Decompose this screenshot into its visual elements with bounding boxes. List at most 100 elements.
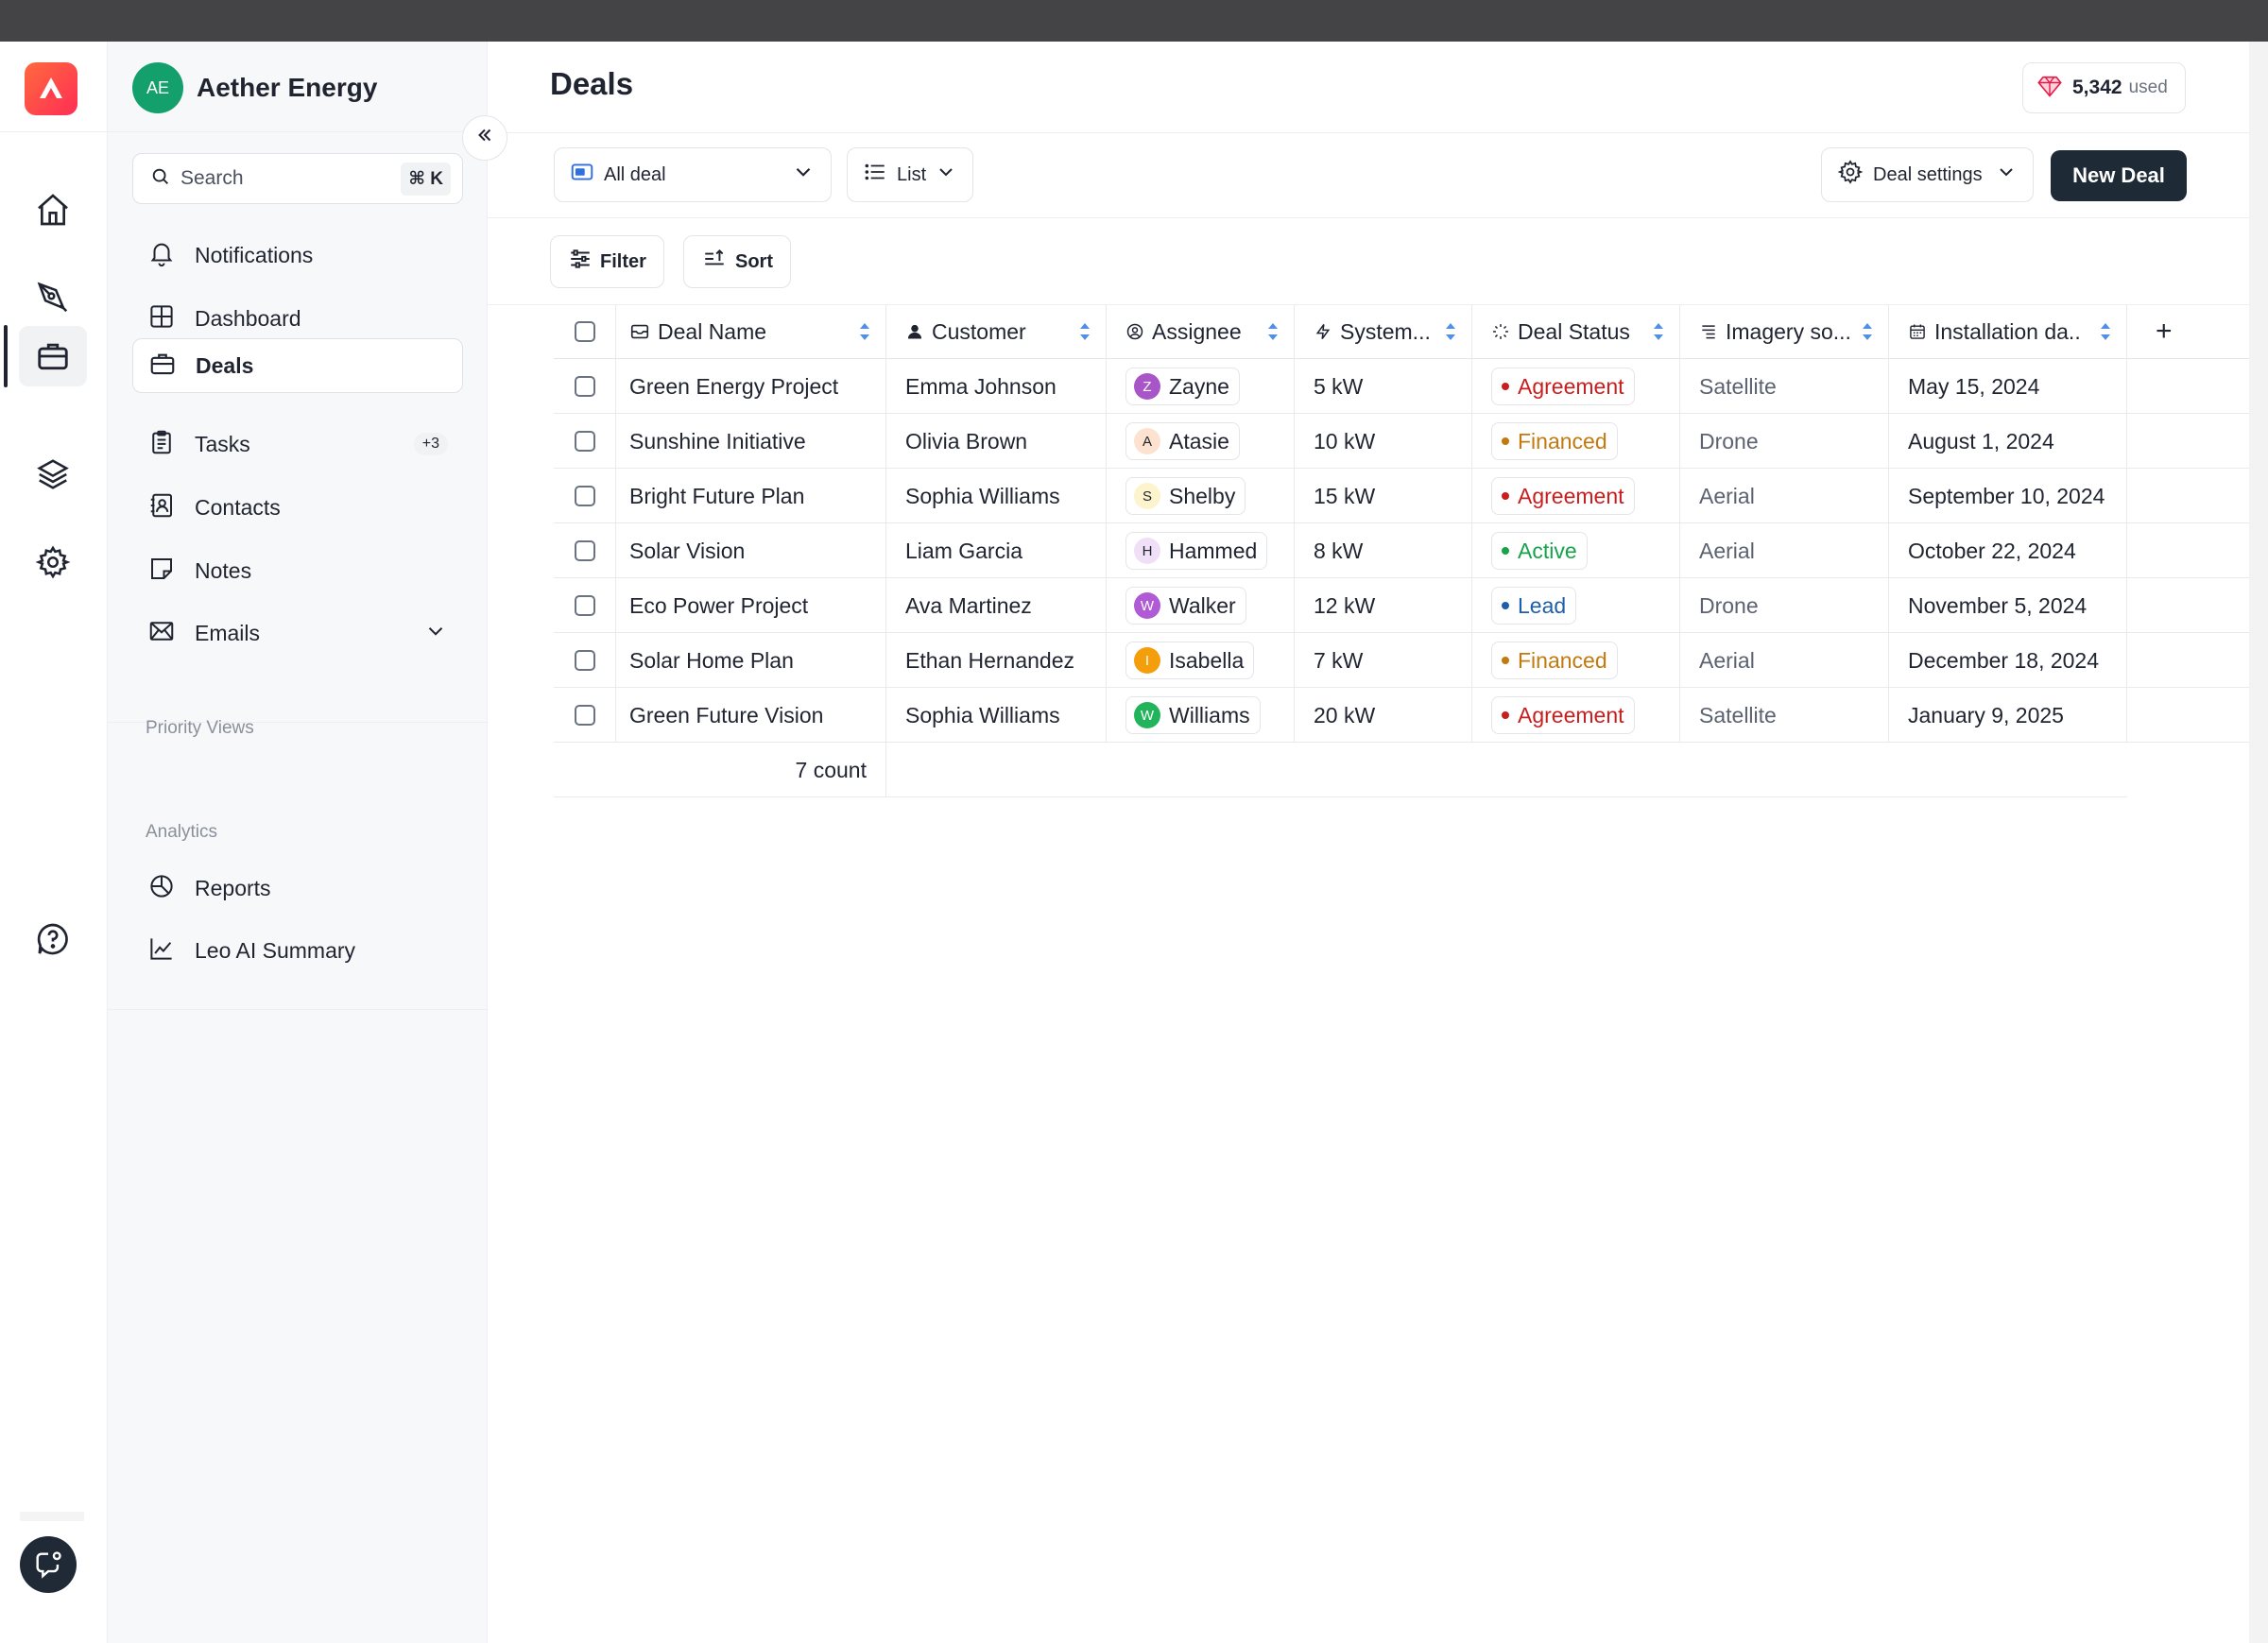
- deal-status-cell: Active: [1472, 523, 1680, 578]
- assignee-chip[interactable]: S Shelby: [1125, 477, 1246, 515]
- row-checkbox[interactable]: [574, 705, 595, 726]
- sidebar-item-emails[interactable]: Emails: [132, 606, 463, 660]
- assignee-chip[interactable]: A Atasie: [1125, 422, 1240, 460]
- deal-status-cell: Financed: [1472, 414, 1680, 469]
- app-logo[interactable]: [25, 62, 77, 115]
- sort-arrows-icon[interactable]: [2098, 321, 2113, 342]
- deal-name: Green Future Vision: [629, 702, 824, 727]
- sort-arrows-icon[interactable]: [857, 321, 872, 342]
- column-header-system-size[interactable]: System...: [1295, 304, 1472, 359]
- status-badge[interactable]: Financed: [1491, 642, 1618, 679]
- column-header-label: Customer: [932, 318, 1026, 344]
- column-header-customer[interactable]: Customer: [886, 304, 1107, 359]
- sort-arrows-icon[interactable]: [1265, 321, 1280, 342]
- layers-icon[interactable]: [19, 444, 87, 505]
- table-row[interactable]: Sunshine Initiative Olivia Brown A Atasie 10…: [554, 414, 2249, 469]
- sort-arrows-icon[interactable]: [1077, 321, 1092, 342]
- assignee-chip[interactable]: W Walker: [1125, 587, 1246, 625]
- status-badge[interactable]: Agreement: [1491, 477, 1635, 515]
- help-icon[interactable]: [19, 909, 87, 969]
- installation-date-cell: October 22, 2024: [1889, 523, 2127, 578]
- table-row[interactable]: Green Future Vision Sophia Williams W Willi…: [554, 688, 2249, 743]
- deal-name-cell: Eco Power Project: [616, 578, 886, 633]
- system-size: 7 kW: [1314, 647, 1364, 673]
- home-icon[interactable]: [19, 180, 87, 240]
- layout-select[interactable]: List: [847, 147, 973, 202]
- credits-usage-badge[interactable]: 5,342 used: [2022, 62, 2186, 113]
- pen-tool-icon[interactable]: [19, 267, 87, 328]
- sort-button[interactable]: Sort: [683, 235, 791, 288]
- collapse-sidebar-button[interactable]: [462, 115, 507, 161]
- sidebar-item-label: Emails: [195, 620, 261, 645]
- assignee-chip[interactable]: H Hammed: [1125, 532, 1268, 570]
- filter-button[interactable]: Filter: [550, 235, 664, 288]
- search-input[interactable]: Search ⌘ K: [132, 153, 463, 204]
- status-badge[interactable]: Financed: [1491, 422, 1618, 460]
- view-select-value: All deal: [604, 163, 666, 185]
- table-row[interactable]: Solar Home Plan Ethan Hernandez I Isabella 7…: [554, 633, 2249, 688]
- assignee-avatar: H: [1134, 538, 1160, 564]
- column-header-deal-status[interactable]: Deal Status: [1472, 304, 1680, 359]
- installation-date-cell: December 18, 2024: [1889, 633, 2127, 688]
- installation-date-cell: November 5, 2024: [1889, 578, 2127, 633]
- status-badge[interactable]: Agreement: [1491, 696, 1635, 734]
- workspace-header[interactable]: AE Aether Energy: [132, 62, 377, 113]
- settings-icon[interactable]: [19, 532, 87, 592]
- bell-icon: [147, 239, 176, 272]
- deal-name-cell: Green Energy Project: [616, 359, 886, 414]
- assignee-chip[interactable]: W Williams: [1125, 696, 1261, 734]
- deal-name: Solar Home Plan: [629, 647, 794, 673]
- status-badge[interactable]: Agreement: [1491, 368, 1635, 405]
- column-header-label: Deal Name: [658, 318, 767, 344]
- deal-settings-button[interactable]: Deal settings: [1821, 147, 2034, 202]
- row-select-cell: [554, 688, 616, 743]
- column-header-assignee[interactable]: Assignee: [1107, 304, 1295, 359]
- row-checkbox[interactable]: [574, 540, 595, 561]
- status-badge[interactable]: Lead: [1491, 587, 1577, 625]
- briefcase-icon[interactable]: [19, 326, 87, 386]
- sidebar-item-reports[interactable]: Reports: [132, 861, 463, 916]
- sidebar-item-contacts[interactable]: Contacts: [132, 480, 463, 535]
- table-row[interactable]: Solar Vision Liam Garcia H Hammed 8 kW Active…: [554, 523, 2249, 578]
- row-checkbox[interactable]: [574, 486, 595, 506]
- column-header-deal-name[interactable]: Deal Name: [616, 304, 886, 359]
- new-deal-button[interactable]: New Deal: [2051, 150, 2187, 201]
- table-row[interactable]: Green Energy Project Emma Johnson Z Zayne 5 …: [554, 359, 2249, 414]
- assignee-chip[interactable]: I Isabella: [1125, 642, 1255, 679]
- system-size: 8 kW: [1314, 538, 1364, 563]
- sort-arrows-icon[interactable]: [1651, 321, 1666, 342]
- row-checkbox[interactable]: [574, 431, 595, 452]
- assignee-name: Shelby: [1169, 483, 1236, 508]
- table-row[interactable]: Eco Power Project Ava Martinez W Walker 12 k…: [554, 578, 2249, 633]
- assignee-avatar: I: [1134, 647, 1160, 674]
- column-header-installation-date[interactable]: Installation da..: [1889, 304, 2127, 359]
- assignee-chip[interactable]: Z Zayne: [1125, 368, 1240, 405]
- loader-icon: [1491, 322, 1510, 341]
- sidebar-item-deals[interactable]: Deals: [132, 338, 463, 393]
- sort-arrows-icon[interactable]: [1860, 321, 1875, 342]
- imagery-source: Aerial: [1699, 538, 1755, 563]
- column-header-label: System...: [1340, 318, 1431, 344]
- chevrons-left-icon: [474, 125, 495, 151]
- sidebar-item-tasks[interactable]: Tasks +3: [132, 417, 463, 471]
- chat-icon[interactable]: [20, 1536, 77, 1593]
- row-checkbox[interactable]: [574, 376, 595, 397]
- system-size-cell: 12 kW: [1295, 578, 1472, 633]
- column-header-imagery-source[interactable]: Imagery so...: [1680, 304, 1889, 359]
- select-all-checkbox[interactable]: [574, 321, 595, 342]
- sort-arrows-icon[interactable]: [1443, 321, 1458, 342]
- row-checkbox[interactable]: [574, 650, 595, 671]
- table-row[interactable]: Bright Future Plan Sophia Williams S Shelby…: [554, 469, 2249, 523]
- row-checkbox[interactable]: [574, 595, 595, 616]
- chevron-down-icon: [935, 161, 957, 189]
- sidebar-item-notes[interactable]: Notes: [132, 543, 463, 598]
- sidebar-item-leo-ai-summary[interactable]: Leo AI Summary: [132, 923, 463, 978]
- assignee-name: Isabella: [1169, 647, 1245, 673]
- sidebar-item-notifications[interactable]: Notifications: [132, 228, 463, 282]
- view-select[interactable]: All deal: [554, 147, 832, 202]
- add-column-button[interactable]: +: [2156, 304, 2173, 359]
- system-size: 12 kW: [1314, 592, 1376, 618]
- page-title: Deals: [550, 66, 634, 101]
- status-badge[interactable]: Active: [1491, 532, 1588, 570]
- chevron-down-icon[interactable]: [423, 619, 448, 648]
